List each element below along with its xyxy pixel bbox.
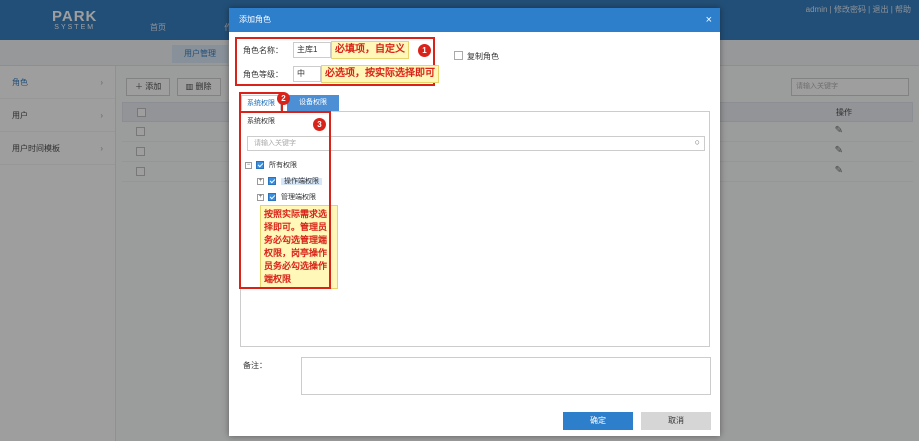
dialog-header: 添加角色 ×: [229, 8, 720, 32]
close-icon[interactable]: ×: [706, 8, 712, 32]
annotation-badge-1: 1: [418, 44, 431, 57]
role-level-label: 角色等级：: [243, 70, 283, 79]
annotation-badge-2: 2: [277, 92, 290, 105]
annotation-badge-3: 3: [313, 118, 326, 131]
role-level-annotation: 必选项，按实际选择即可: [321, 65, 439, 83]
tab-system-permissions[interactable]: 系统权限: [241, 95, 281, 111]
remark-textarea[interactable]: [301, 357, 711, 395]
dialog-title: 添加角色: [239, 15, 271, 24]
role-name-annotation: 必填项，自定义: [331, 41, 409, 59]
role-level-select[interactable]: 中: [293, 66, 321, 82]
copy-role-checkbox[interactable]: [454, 51, 463, 60]
search-icon[interactable]: ○: [695, 136, 700, 149]
tab-device-permissions[interactable]: 设备权限: [287, 95, 339, 111]
role-name-field[interactable]: 主库1: [293, 42, 331, 58]
role-name-label: 角色名称：: [243, 46, 283, 55]
copy-role-label: 复制角色: [467, 52, 499, 61]
confirm-button[interactable]: 确定: [563, 412, 633, 430]
annotation-frame-3: [239, 111, 331, 289]
cancel-button[interactable]: 取消: [641, 412, 711, 430]
add-role-dialog: 添加角色 × 角色名称： 主库1 必填项，自定义 1 角色等级： 中 必选项，按…: [229, 8, 720, 436]
remark-label: 备注：: [243, 361, 267, 370]
